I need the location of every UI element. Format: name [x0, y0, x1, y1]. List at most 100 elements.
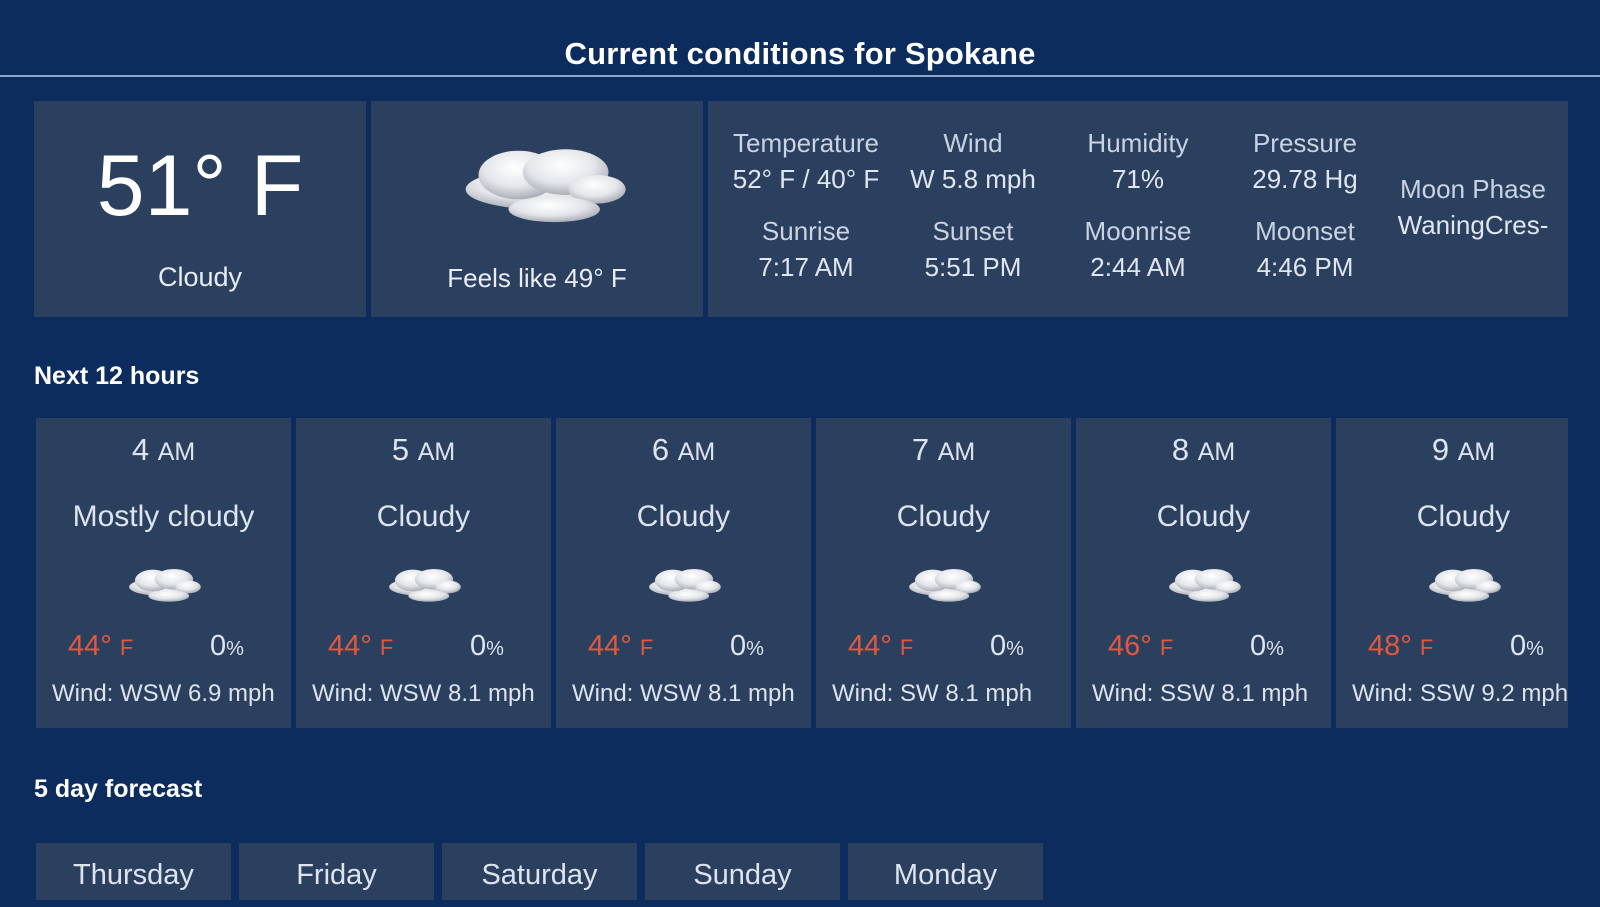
forecast-day-tab[interactable]: Friday	[239, 843, 434, 900]
hour-number: 8	[1171, 432, 1190, 467]
precip-value: 0	[1250, 630, 1267, 662]
precip-value: 0	[210, 630, 227, 662]
detail-label: Sunrise	[761, 216, 851, 246]
detail-humidity: Humidity 71%	[1053, 125, 1223, 197]
hour-condition: Mostly cloudy	[72, 500, 255, 533]
hour-number: 5	[391, 432, 410, 467]
feels-like: Feels like 49° F	[447, 263, 627, 293]
detail-sunset: Sunset 5:51 PM	[888, 213, 1058, 285]
hour-number: 9	[1431, 432, 1450, 467]
hour-time: 5 AM	[296, 432, 551, 468]
cloudy-icon	[1429, 569, 1501, 602]
precip-value: 0	[1510, 630, 1527, 662]
detail-label: Moonset	[1255, 216, 1355, 246]
hour-temp-value: 48°	[1368, 630, 1412, 662]
cloudy-icon	[909, 569, 981, 602]
current-temperature-panel: 51° F Cloudy	[34, 101, 366, 317]
current-details-panel: Temperature 52° F / 40° F Wind W 5.8 mph…	[708, 101, 1568, 317]
hour-number: 6	[651, 432, 670, 467]
hourly-card[interactable]: 8 AM Cloudy 46° F 0% Wind: SSW 8.1 mph	[1076, 418, 1331, 728]
forecast-day-tab[interactable]: Monday	[848, 843, 1043, 900]
hourly-card[interactable]: 7 AM Cloudy 44° F 0% Wind: SW 8.1 mph	[816, 418, 1071, 728]
current-icon-panel: Feels like 49° F	[371, 101, 703, 317]
detail-value: 5:51 PM	[924, 252, 1022, 282]
detail-value: 52° F / 40° F	[732, 164, 880, 194]
hourly-heading: Next 12 hours	[34, 362, 200, 390]
forecast-day-tab[interactable]: Thursday	[36, 843, 231, 900]
detail-wind: Wind W 5.8 mph	[888, 125, 1058, 197]
hour-wind: Wind: SSW 8.1 mph	[1092, 680, 1309, 707]
precip-value: 0	[730, 630, 747, 662]
hourly-card[interactable]: 4 AM Mostly cloudy 44° F 0% Wind: WSW 6.…	[36, 418, 291, 728]
hour-temp-value: 44°	[68, 630, 112, 662]
hour-ampm: AM	[677, 438, 716, 466]
detail-value: WaningCres-	[1397, 210, 1549, 240]
hour-wind: Wind: WSW 8.1 mph	[312, 680, 535, 707]
hour-precipitation: 0%	[1250, 630, 1284, 663]
hour-temperature: 48° F	[1368, 630, 1433, 663]
hour-temp-unit: F	[899, 635, 914, 660]
title-divider	[0, 75, 1600, 77]
hour-temp-value: 44°	[588, 630, 632, 662]
forecast-day-tab[interactable]: Sunday	[645, 843, 840, 900]
detail-moonrise: Moonrise 2:44 AM	[1053, 213, 1223, 285]
detail-label: Moon Phase	[1400, 174, 1546, 204]
hourly-card[interactable]: 5 AM Cloudy 44° F 0% Wind: WSW 8.1 mph	[296, 418, 551, 728]
hour-wind: Wind: SW 8.1 mph	[832, 680, 1033, 707]
detail-label: Pressure	[1252, 128, 1358, 158]
precip-unit: %	[1006, 638, 1024, 660]
cloudy-icon	[389, 569, 461, 602]
detail-value: 4:46 PM	[1256, 252, 1354, 282]
hour-ampm: AM	[417, 438, 456, 466]
hour-temperature: 44° F	[68, 630, 133, 663]
precip-unit: %	[1526, 638, 1544, 660]
detail-sunrise: Sunrise 7:17 AM	[708, 213, 904, 285]
current-condition: Cloudy	[157, 262, 243, 292]
hour-ampm: AM	[1457, 438, 1496, 466]
hour-temperature: 44° F	[328, 630, 393, 663]
hourly-card[interactable]: 6 AM Cloudy 44° F 0% Wind: WSW 8.1 mph	[556, 418, 811, 728]
hour-temp-value: 44°	[328, 630, 372, 662]
detail-label: Moonrise	[1084, 216, 1192, 246]
cloudy-icon	[465, 149, 626, 223]
hour-temp-value: 46°	[1108, 630, 1152, 662]
hour-temperature: 44° F	[588, 630, 653, 663]
current-temperature: 51° F	[96, 138, 304, 234]
precip-value: 0	[990, 630, 1007, 662]
hour-time: 9 AM	[1336, 432, 1568, 468]
forecast-heading: 5 day forecast	[34, 775, 203, 803]
detail-value: 7:17 AM	[758, 252, 854, 282]
hour-time: 7 AM	[816, 432, 1071, 468]
precip-unit: %	[226, 638, 244, 660]
hour-wind: Wind: WSW 6.9 mph	[52, 680, 275, 707]
hour-number: 4	[131, 432, 150, 467]
hour-temperature: 46° F	[1108, 630, 1173, 663]
hour-precipitation: 0%	[990, 630, 1024, 663]
hour-temp-unit: F	[119, 635, 134, 660]
hour-ampm: AM	[937, 438, 976, 466]
page-title: Current conditions for Spokane	[564, 36, 1036, 71]
hour-temp-unit: F	[1159, 635, 1174, 660]
hourly-card[interactable]: 9 AM Cloudy 48° F 0% Wind: SSW 9.2 mph	[1336, 418, 1568, 728]
hour-wind: Wind: SSW 9.2 mph	[1352, 680, 1568, 707]
forecast-day-tab[interactable]: Saturday	[442, 843, 637, 900]
hour-temp-unit: F	[379, 635, 394, 660]
cloudy-icon	[649, 569, 721, 602]
hour-precipitation: 0%	[210, 630, 244, 663]
detail-value: 71%	[1111, 164, 1165, 194]
hour-temp-unit: F	[1419, 635, 1434, 660]
hour-time: 4 AM	[36, 432, 291, 468]
cloudy-icon	[1169, 569, 1241, 602]
hour-time: 8 AM	[1076, 432, 1331, 468]
hour-temperature: 44° F	[848, 630, 913, 663]
hour-condition: Cloudy	[376, 500, 471, 533]
detail-moon-phase: Moon Phase WaningCres-	[1388, 171, 1558, 243]
precip-value: 0	[470, 630, 487, 662]
precip-unit: %	[746, 638, 764, 660]
detail-value: 29.78 Hg	[1252, 164, 1358, 194]
detail-pressure: Pressure 29.78 Hg	[1220, 125, 1390, 197]
hour-precipitation: 0%	[1510, 630, 1544, 663]
detail-label: Humidity	[1087, 128, 1189, 158]
hour-temp-unit: F	[639, 635, 654, 660]
detail-moonset: Moonset 4:46 PM	[1220, 213, 1390, 285]
